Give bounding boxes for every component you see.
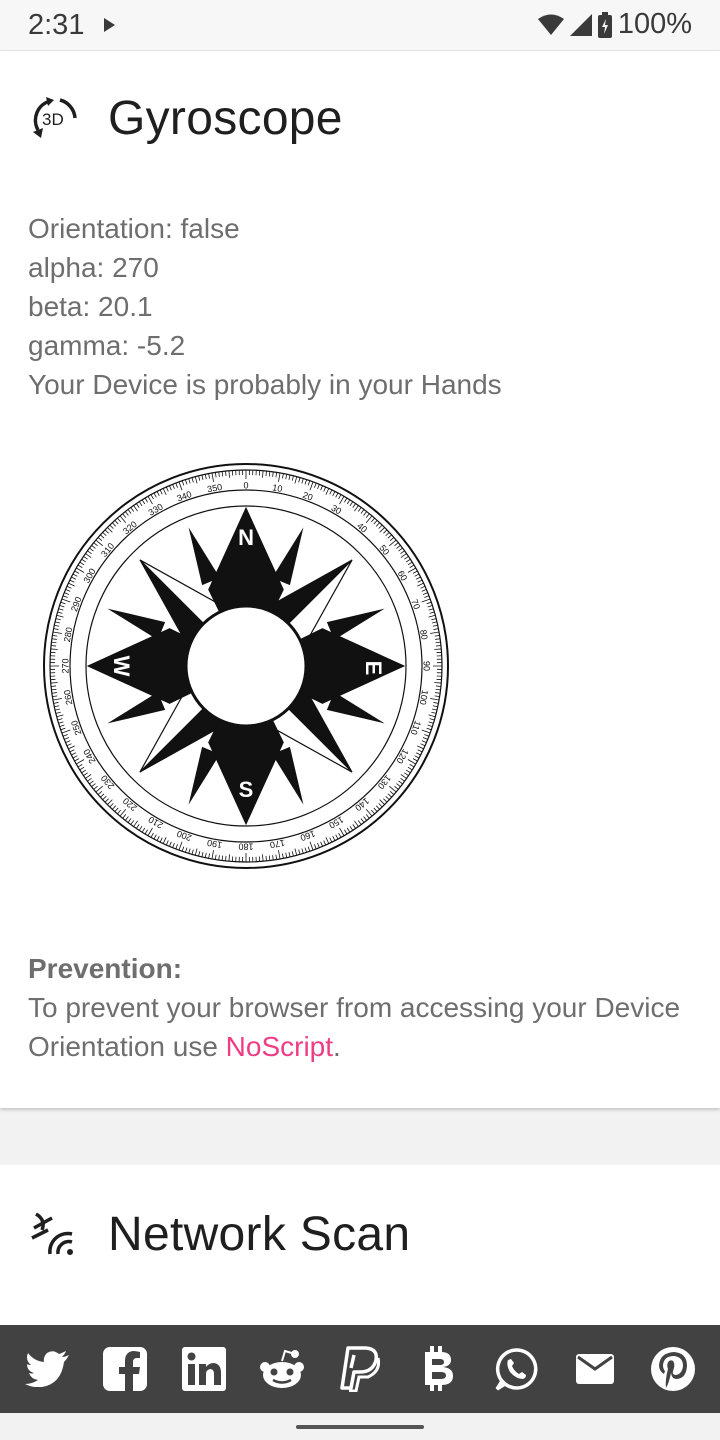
gyroscope-header: 3D Gyroscope [28, 91, 343, 146]
gyroscope-card: 3D Gyroscope Orientation: false alpha: 2… [0, 51, 720, 1108]
beta-value: beta: 20.1 [28, 291, 153, 322]
alpha-value: alpha: 270 [28, 252, 159, 283]
network-scan-title: Network Scan [108, 1208, 411, 1261]
device-position-text: Your Device is probably in your Hands [28, 369, 502, 400]
battery-icon [597, 11, 612, 38]
reddit-icon[interactable] [257, 1344, 307, 1394]
prevention-text: To prevent your browser from accessing y… [28, 992, 681, 1062]
rotate-3d-icon: 3D [33, 96, 77, 138]
paypal-icon[interactable] [335, 1344, 385, 1394]
gyroscope-title: Gyroscope [108, 92, 343, 145]
compass-rose-image: 0 102030405060708090100110120130140150160… [43, 463, 449, 869]
linkedin-icon[interactable] [179, 1344, 229, 1394]
prevention-heading: Prevention: [28, 953, 183, 984]
compass-cardinal-label: E [361, 661, 386, 676]
twitter-icon[interactable] [22, 1344, 72, 1394]
battery-percent: 100% [617, 8, 692, 40]
compass-degree-label: 0 [243, 480, 248, 490]
prevention-end: . [333, 1031, 341, 1062]
whatsapp-icon[interactable] [491, 1344, 541, 1394]
prevention-body: To prevent your browser from accessing y… [28, 988, 688, 1066]
orientation-status: Orientation: false [28, 213, 240, 244]
media-play-icon [104, 18, 116, 32]
rotate-3d-icon-label: 3D [42, 110, 64, 129]
compass-degree-label: 10 [272, 482, 284, 494]
status-bar: 2:31 100% [0, 0, 720, 51]
wifi-icon [537, 14, 564, 35]
network-scan-card[interactable]: Network Scan [0, 1165, 720, 1325]
noscript-link[interactable]: NoScript [226, 1031, 333, 1062]
compass-cardinal-label: S [239, 777, 254, 802]
network-scan-header: Network Scan [28, 1207, 410, 1262]
orientation-readout: Orientation: false alpha: 270 beta: 20.1… [28, 209, 502, 404]
compass-degree-label: 180 [238, 842, 253, 852]
system-nav-bar [0, 1413, 720, 1440]
prevention-section: Prevention: To prevent your browser from… [28, 949, 688, 1066]
home-gesture-pill[interactable] [296, 1425, 424, 1429]
compass-cardinal-label: W [109, 656, 134, 677]
network-wifi-icon [31, 1211, 73, 1255]
pinterest-icon[interactable] [648, 1344, 698, 1394]
compass-degree-label: 80 [418, 629, 430, 641]
share-bar [0, 1325, 720, 1413]
compass-center [184, 604, 308, 728]
bitcoin-icon[interactable] [413, 1344, 463, 1394]
compass-degree-label: 270 [60, 658, 70, 673]
status-time: 2:31 [28, 8, 85, 41]
compass-degree-label: 90 [422, 661, 432, 671]
gamma-value: gamma: -5.2 [28, 330, 186, 361]
cell-signal-icon [569, 13, 592, 36]
compass-cardinal-label: N [238, 525, 254, 550]
mail-icon[interactable] [570, 1344, 620, 1394]
facebook-icon[interactable] [100, 1344, 150, 1394]
